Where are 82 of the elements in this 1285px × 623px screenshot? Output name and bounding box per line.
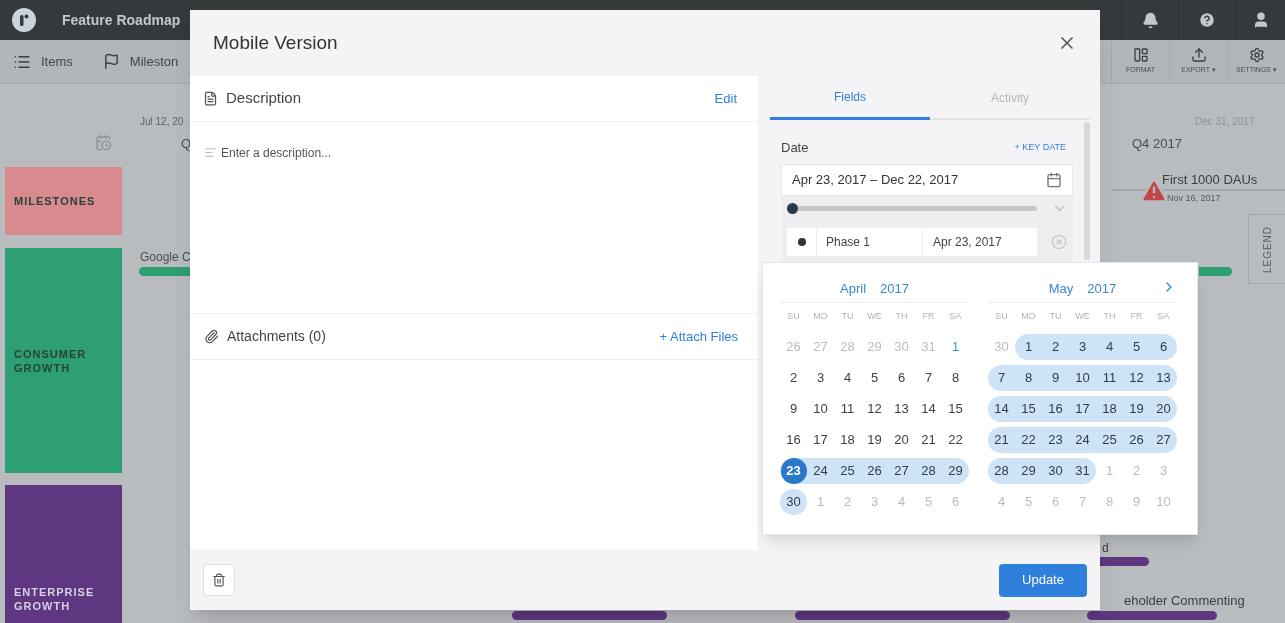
quarter-label: Q4 2017 xyxy=(1132,135,1182,153)
calendar-day[interactable]: 14 xyxy=(921,398,936,419)
weekday-label: TH xyxy=(1103,310,1116,324)
bar-label: Google C xyxy=(140,249,191,266)
selected-day[interactable]: 23 xyxy=(780,457,807,484)
calendar-day[interactable]: 16 xyxy=(786,429,801,450)
calendar-day[interactable]: 19 xyxy=(867,429,882,450)
panel-tab[interactable]: Fields xyxy=(770,76,930,120)
help-icon[interactable] xyxy=(1198,11,1216,29)
calendar-day[interactable]: 6 xyxy=(897,367,906,388)
slider[interactable] xyxy=(787,203,1037,214)
calendar-day[interactable]: 2 xyxy=(789,367,798,388)
weekday-label: FR xyxy=(1130,310,1143,324)
weekday-label: SA xyxy=(1157,310,1170,324)
update-button[interactable]: Update xyxy=(999,563,1087,597)
app-title: Feature Roadmap xyxy=(62,10,181,30)
layout-icon xyxy=(1132,47,1149,64)
paperclip-icon xyxy=(204,329,219,344)
calendar-day[interactable]: 12 xyxy=(867,398,882,419)
section-heading: Description xyxy=(226,88,302,109)
weekday-label: TH xyxy=(895,310,908,324)
bar-label: eholder Commenting xyxy=(1124,592,1245,610)
weekday-label: WE xyxy=(1075,310,1090,324)
date-range-field[interactable]: Apr 23, 2017 – Dec 22, 2017 xyxy=(781,163,1073,196)
bar-label: d xyxy=(1102,540,1109,557)
phase-name-field[interactable]: Phase 1 xyxy=(817,227,923,256)
scrollbar[interactable] xyxy=(1084,122,1090,260)
logo-icon[interactable] xyxy=(12,8,36,32)
calendar-day[interactable]: 5 xyxy=(870,367,879,388)
calendar-day[interactable]: 21 xyxy=(921,429,936,450)
flag-icon[interactable] xyxy=(102,53,120,70)
calendar-day[interactable]: 10 xyxy=(813,398,828,419)
start-date: Jul 12, 20 xyxy=(140,115,184,129)
section-heading: Attachments (0) xyxy=(227,327,326,346)
month-label[interactable]: May xyxy=(1048,278,1074,299)
year-label[interactable]: 2017 xyxy=(1087,278,1117,299)
calendar-day[interactable]: 17 xyxy=(813,429,828,450)
weekday-label: MO xyxy=(813,310,828,324)
calendar-day[interactable]: 15 xyxy=(948,398,963,419)
calendar-icon xyxy=(1046,171,1062,188)
calendar-day[interactable]: 18 xyxy=(840,429,855,450)
month-label[interactable]: April xyxy=(840,278,867,299)
weekday-label: WE xyxy=(867,310,882,324)
description-field[interactable]: Enter a description... xyxy=(221,144,744,174)
calendar-day[interactable]: 7 xyxy=(924,367,933,388)
phase-date-field[interactable]: Apr 23, 2017 xyxy=(923,227,1037,256)
milestones-tab[interactable]: Mileston xyxy=(129,51,179,72)
weekday-label: SU xyxy=(995,310,1008,324)
quarter-label: Q xyxy=(181,135,192,153)
attach-files-link[interactable]: + Attach Files xyxy=(659,326,738,347)
upload-icon xyxy=(1190,47,1207,64)
notifications-icon[interactable] xyxy=(1141,11,1159,29)
weekday-label: TU xyxy=(1049,310,1062,324)
calendar-day[interactable]: 11 xyxy=(840,398,855,419)
weekday-label: MO xyxy=(1021,310,1036,324)
swimlane-label[interactable]: MILESTONES xyxy=(5,167,122,235)
milestone-date: Nov 16, 2017 xyxy=(1167,192,1221,205)
delete-button[interactable] xyxy=(203,564,235,596)
calendar-day[interactable]: 22 xyxy=(948,429,963,450)
field-label: Date xyxy=(781,139,809,157)
document-icon xyxy=(203,91,218,106)
calendar-day[interactable]: 8 xyxy=(951,367,960,388)
weekday-label: SA xyxy=(949,310,962,324)
calendar-day[interactable]: 3 xyxy=(816,367,825,388)
calendar-day[interactable]: 13 xyxy=(894,398,909,419)
edit-link[interactable]: Edit xyxy=(714,88,737,109)
key-date-link[interactable]: + KEY DATE xyxy=(1014,141,1066,155)
swimlane-label[interactable]: ENTERPRISE GROWTH xyxy=(5,485,122,623)
weekday-label: TU xyxy=(841,310,854,324)
weekday-label: SU xyxy=(787,310,800,324)
milestone-title: First 1000 DAUs xyxy=(1162,171,1258,189)
slider-thumb[interactable] xyxy=(787,203,798,214)
text-lines-icon xyxy=(204,146,217,159)
settings-icon xyxy=(1248,47,1265,64)
calendar-day[interactable]: 20 xyxy=(894,429,909,450)
year-label[interactable]: 2017 xyxy=(880,278,909,299)
calendar-day[interactable]: 9 xyxy=(789,398,798,419)
modal-title: Mobile Version xyxy=(213,30,338,55)
calendar-day[interactable]: 4 xyxy=(843,367,852,388)
items-tab[interactable]: Items xyxy=(41,51,73,72)
trash-icon xyxy=(212,573,226,587)
weekday-label: FR xyxy=(922,310,935,324)
